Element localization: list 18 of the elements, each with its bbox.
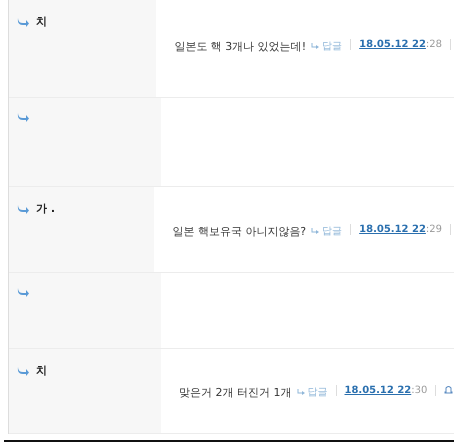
date-link[interactable]: 18.05.12 22 — [359, 224, 426, 235]
time-text: :30 — [411, 385, 428, 396]
nickname[interactable]: 가 . — [36, 201, 56, 216]
reply-arrow-icon — [311, 228, 320, 234]
comment-text: 맞은거 2개 터진거 1개 — [179, 385, 292, 400]
date-link[interactable]: 18.05.12 22 — [359, 39, 426, 50]
comment-text: 일본도 핵 3개나 있었는데! — [174, 39, 306, 54]
reply-arrow-icon — [17, 287, 30, 297]
comment-text: 일본 핵보유국 아니지않음? — [172, 224, 306, 239]
reply-arrow-icon — [17, 112, 30, 122]
bell-icon[interactable] — [444, 385, 454, 395]
reply-arrow-icon — [311, 42, 320, 50]
nickname[interactable]: 치 — [36, 363, 47, 378]
reply-arrow-icon — [296, 388, 306, 396]
nickname[interactable]: 치 — [36, 14, 47, 29]
time-text: :28 — [426, 39, 442, 50]
time-text: :29 — [426, 224, 442, 235]
date-link[interactable]: 18.05.12 22 — [344, 385, 412, 396]
